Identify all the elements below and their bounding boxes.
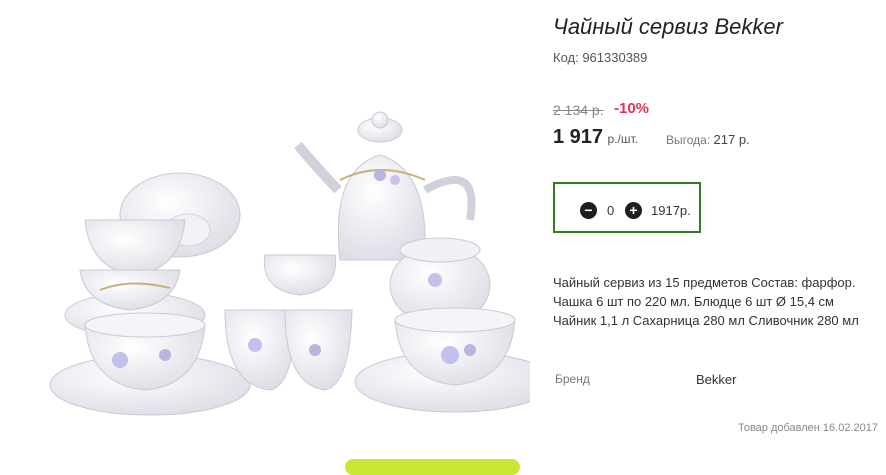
product-image[interactable] (40, 100, 556, 430)
add-to-cart-button[interactable] (345, 459, 520, 475)
added-date: Товар добавлен 16.02.2017 (737, 422, 878, 434)
current-price: 1 917 (553, 126, 604, 148)
quantity-selector: − 0 + 1917р. (553, 182, 701, 233)
brand-value: Bekker (696, 372, 737, 387)
quantity-value: 0 (607, 203, 615, 218)
brand-label: Бренд (555, 372, 590, 386)
discount-badge: -10% (614, 100, 650, 117)
minus-circle-icon[interactable]: − (580, 202, 597, 219)
saving: Выгода: 217 р. (666, 132, 750, 147)
product-code: Код: 961330389 (553, 50, 648, 65)
product-description: Чайный сервиз из 15 предметов Состав: фа… (553, 275, 859, 328)
price-row: 1 917 р./шт. (553, 126, 638, 149)
saving-label: Выгода: (666, 133, 711, 147)
plus-circle-icon[interactable]: + (625, 202, 642, 219)
price-unit: р./шт. (607, 132, 638, 146)
old-price: 2 134 р. (553, 102, 604, 118)
quantity-total: 1917р. (651, 203, 691, 218)
tea-set-illustration (49, 111, 556, 416)
saving-value: 217 р. (713, 132, 750, 147)
product-title: Чайный сервиз Bekker (553, 14, 783, 39)
